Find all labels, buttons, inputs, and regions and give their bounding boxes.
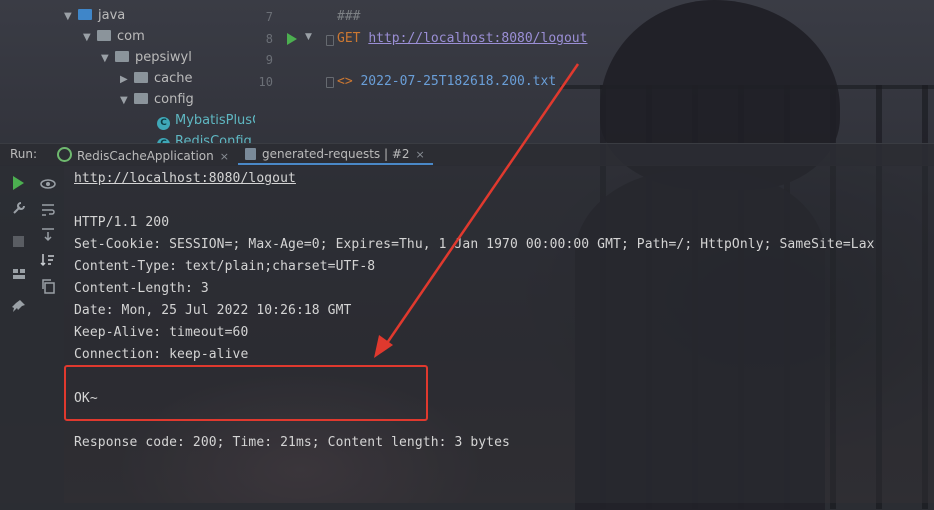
package-icon <box>134 72 148 83</box>
class-icon: C <box>157 117 170 130</box>
sort-icon[interactable] <box>40 252 56 268</box>
response-status-line: HTTP/1.1 200 <box>74 215 170 230</box>
chevron-down-icon[interactable]: ▼ <box>101 48 115 69</box>
response-header-keep-alive: Keep-Alive: timeout=60 <box>74 325 249 340</box>
editor-line-8[interactable]: GET http://localhost:8080/logout <box>337 31 587 46</box>
http-method: GET <box>337 31 361 46</box>
spring-app-icon <box>57 147 72 162</box>
response-header-connection: Connection: keep-alive <box>74 347 249 362</box>
chevron-down-icon[interactable]: ▼ <box>83 27 97 48</box>
tree-item-java[interactable]: ▼ java <box>64 5 125 26</box>
eye-icon[interactable] <box>40 176 56 192</box>
tree-item-redis-config[interactable]: CRedisConfig <box>157 131 255 143</box>
annotation-highlight-box <box>64 365 428 421</box>
project-tree: ▼ java ▼ com ▼ pepsiwyl ▶ cache ▼ config C Myb… <box>0 0 255 143</box>
line-number: 7 <box>265 10 273 24</box>
package-icon <box>115 51 129 62</box>
pin-icon[interactable] <box>11 298 27 314</box>
chevron-down-icon[interactable]: ▼ <box>120 90 134 111</box>
tree-item-pepsiwyl[interactable]: ▼ pepsiwyl <box>101 47 192 68</box>
chevron-down-icon[interactable]: ▼ <box>64 6 78 27</box>
console-request-url[interactable]: http://localhost:8080/logout <box>74 171 296 186</box>
package-icon <box>134 93 148 104</box>
stop-icon[interactable] <box>13 236 24 247</box>
run-request-icon[interactable] <box>287 33 297 45</box>
active-tab-indicator <box>238 163 433 165</box>
tree-item-cache[interactable]: ▶ cache <box>120 68 193 89</box>
tree-item-mybatis-plus-config[interactable]: CMybatisPlusCo <box>157 110 255 131</box>
copy-icon[interactable] <box>40 278 56 294</box>
request-url-link[interactable]: http://localhost:8080/logout <box>368 31 587 46</box>
response-header-set-cookie: Set-Cookie: SESSION=; Max-Age=0; Expires… <box>74 237 875 252</box>
close-icon[interactable]: × <box>220 150 229 163</box>
editor-line-10[interactable]: <> 2022-07-25T182618.200.txt <box>337 74 556 89</box>
fold-marker-icon[interactable] <box>326 35 334 46</box>
scroll-to-end-icon[interactable] <box>40 226 56 242</box>
tab-redis-cache-application[interactable]: RedisCacheApplication × <box>57 147 229 163</box>
tree-item-config[interactable]: ▼ config <box>120 89 194 110</box>
package-icon <box>97 30 111 41</box>
chevron-down-icon[interactable]: ▼ <box>305 32 312 42</box>
line-number: 9 <box>265 53 273 67</box>
line-number: 10 <box>258 75 273 89</box>
response-summary: Response code: 200; Time: 21ms; Content … <box>74 435 510 450</box>
response-ref-prefix: <> <box>337 74 353 89</box>
layout-icon[interactable] <box>11 266 27 282</box>
editor-line-7: ### <box>337 9 361 24</box>
rerun-icon[interactable] <box>13 176 24 190</box>
run-tool-window-header: Run: RedisCacheApplication × generated-re… <box>0 143 934 166</box>
http-request-file-icon <box>245 148 256 160</box>
soft-wrap-icon[interactable] <box>40 202 56 218</box>
response-header-content-type: Content-Type: text/plain;charset=UTF-8 <box>74 259 376 274</box>
tree-item-com[interactable]: ▼ com <box>83 26 145 47</box>
response-header-date: Date: Mon, 25 Jul 2022 10:26:18 GMT <box>74 303 352 318</box>
response-file-link[interactable]: 2022-07-25T182618.200.txt <box>360 74 556 89</box>
source-folder-icon <box>78 9 92 20</box>
run-label: Run: <box>10 147 38 161</box>
close-icon[interactable]: × <box>416 148 425 161</box>
chevron-right-icon[interactable]: ▶ <box>120 69 134 90</box>
response-header-content-length: Content-Length: 3 <box>74 281 209 296</box>
wrench-icon[interactable] <box>11 200 27 216</box>
fold-marker-icon[interactable] <box>326 77 334 88</box>
tab-generated-requests[interactable]: generated-requests | #2 × <box>245 147 425 161</box>
line-number: 8 <box>265 32 273 46</box>
